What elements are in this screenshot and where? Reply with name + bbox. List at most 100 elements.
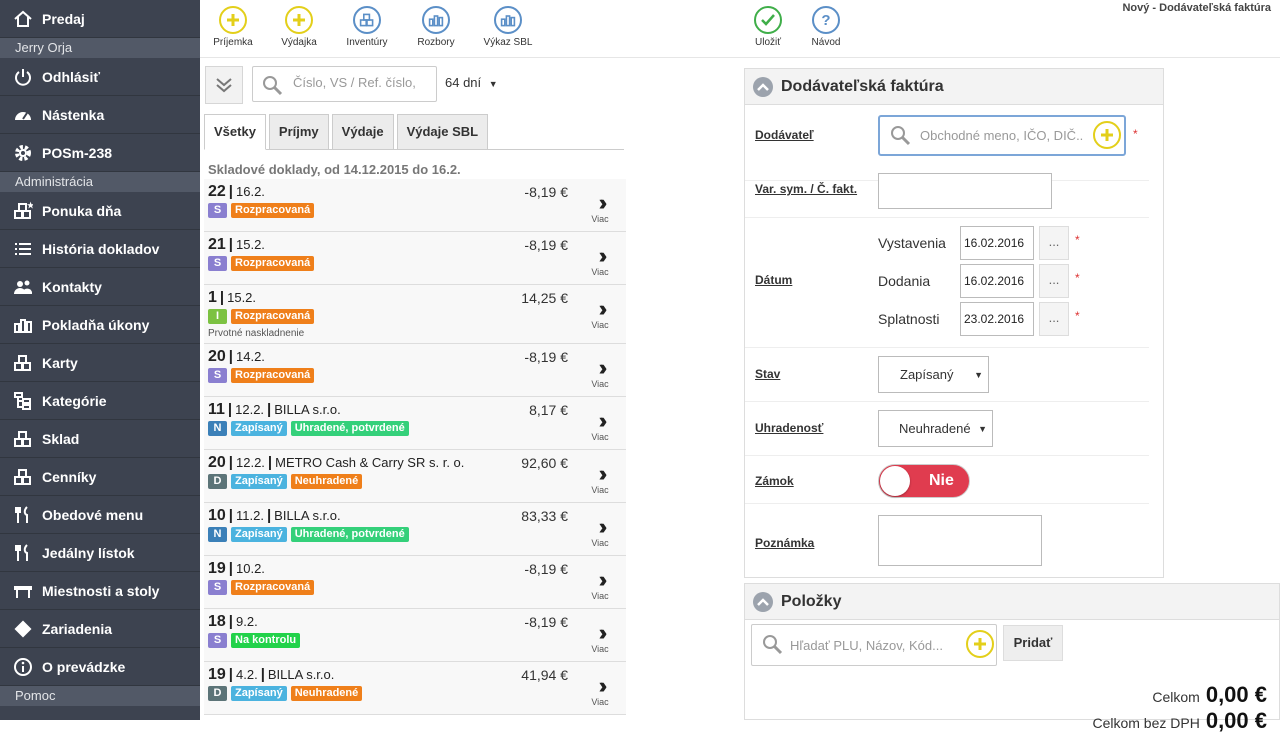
more-button[interactable]: ›› Viac bbox=[588, 516, 612, 549]
more-button[interactable]: ›› Viac bbox=[588, 192, 612, 225]
supplier-field[interactable] bbox=[878, 115, 1126, 156]
document-search[interactable] bbox=[252, 66, 437, 102]
issued-date-input[interactable]: 16.02.2016 bbox=[960, 226, 1034, 260]
document-row[interactable]: 11 | 12.2. | BILLA s.r.o. 8,17 € N Zapísaný Uhra… bbox=[204, 397, 626, 450]
nav-item-cash-operations[interactable]: Pokladňa úkony bbox=[0, 306, 200, 344]
tab-expenses[interactable]: Výdaje bbox=[331, 114, 394, 150]
issued-date-picker-button[interactable]: ... bbox=[1039, 226, 1069, 260]
nav-item-lunch-menu[interactable]: Obedové menu bbox=[0, 496, 200, 534]
document-row[interactable]: 18 | 9.2. -8,19 € S Na kontrolu ›› Viac bbox=[204, 609, 626, 662]
document-type-badge: S bbox=[208, 368, 227, 383]
sbl-report-button[interactable]: Výkaz SBL bbox=[475, 6, 541, 48]
analysis-button[interactable]: Rozbory bbox=[403, 6, 469, 48]
due-date-picker-button[interactable]: ... bbox=[1039, 302, 1069, 336]
inventory-button[interactable]: Inventúry bbox=[334, 6, 400, 48]
nav-item-pricelists[interactable]: Cenníky bbox=[0, 458, 200, 496]
more-button[interactable]: ›› Viac bbox=[588, 675, 612, 708]
more-label: Viac bbox=[591, 432, 609, 442]
document-row[interactable]: 21 | 15.2. -8,19 € S Rozpracovaná ›› Viac bbox=[204, 232, 626, 285]
document-date: 14.2. bbox=[236, 349, 265, 364]
document-badges: S Rozpracovaná bbox=[208, 203, 315, 218]
document-date: 11.2. bbox=[236, 508, 264, 523]
more-button[interactable]: ›› Viac bbox=[588, 245, 612, 278]
varsym-label[interactable]: Var. sym. / Č. fakt. bbox=[755, 182, 857, 196]
lock-label[interactable]: Zámok bbox=[755, 474, 794, 488]
date-label[interactable]: Dátum bbox=[755, 273, 792, 287]
nav-item-categories[interactable]: Kategórie bbox=[0, 382, 200, 420]
document-row[interactable]: 19 | 4.2. | BILLA s.r.o. 41,94 € D Zapísaný Neuh… bbox=[204, 662, 626, 715]
status-label[interactable]: Stav bbox=[755, 367, 780, 381]
nav-item-contacts[interactable]: Kontakty bbox=[0, 268, 200, 306]
delivered-date-input[interactable]: 16.02.2016 bbox=[960, 264, 1034, 298]
payment-select[interactable]: Neuhradené ▼ bbox=[878, 410, 993, 447]
more-button[interactable]: ›› Viac bbox=[588, 622, 612, 655]
document-number: 19 bbox=[208, 666, 226, 683]
double-chevron-right-icon: ›› bbox=[598, 408, 607, 433]
nav-item-dashboard[interactable]: Nástenka bbox=[0, 96, 200, 134]
receipt-button[interactable]: Príjemka bbox=[200, 6, 266, 48]
document-row[interactable]: 1 | 15.2. 14,25 € I Rozpracovaná Prvotné naskl… bbox=[204, 285, 626, 344]
note-label[interactable]: Poznámka bbox=[755, 536, 814, 550]
nav-item-menu-card[interactable]: Jedálny lístok bbox=[0, 534, 200, 572]
document-row[interactable]: 19 | 10.2. -8,19 € S Rozpracovaná ›› Viac bbox=[204, 556, 626, 609]
tab-expenses-sbl[interactable]: Výdaje SBL bbox=[396, 114, 489, 150]
delivered-date-picker-button[interactable]: ... bbox=[1039, 264, 1069, 298]
tab-incomes[interactable]: Príjmy bbox=[268, 114, 329, 150]
payment-label[interactable]: Uhradenosť bbox=[755, 421, 823, 435]
document-number: 22 bbox=[208, 183, 226, 200]
document-date: 12.2. bbox=[235, 402, 265, 417]
document-row[interactable]: 10 | 11.2. | BILLA s.r.o. 83,33 € N Zapísaný Uhr… bbox=[204, 503, 626, 556]
nav-item-doc-history[interactable]: História dokladov bbox=[0, 230, 200, 268]
collapse-button[interactable] bbox=[205, 66, 243, 104]
list-heading: Skladové doklady, od 14.12.2015 do 16.2. bbox=[208, 162, 461, 177]
due-label: Splatnosti bbox=[878, 311, 940, 327]
save-button[interactable]: Uložiť bbox=[735, 6, 801, 48]
due-date-input[interactable]: 23.02.2016 bbox=[960, 302, 1034, 336]
status-select[interactable]: Zapísaný ▼ bbox=[878, 356, 989, 393]
status-badge: Rozpracovaná bbox=[231, 256, 315, 271]
supplier-input[interactable] bbox=[920, 128, 1090, 143]
more-label: Viac bbox=[591, 267, 609, 277]
supplier-label[interactable]: Dodávateľ bbox=[755, 128, 814, 142]
document-row[interactable]: 20 | 12.2. | METRO Cash & Carry SR s. r. o. 9… bbox=[204, 450, 626, 503]
items-header[interactable]: Položky bbox=[745, 584, 1279, 620]
invoice-form-header[interactable]: Dodávateľská faktúra bbox=[745, 69, 1163, 105]
days-filter-dropdown[interactable]: 64 dní ▼ bbox=[445, 75, 498, 90]
add-item-button[interactable]: Pridať bbox=[1003, 625, 1063, 661]
nav-item-devices[interactable]: Zariadenia bbox=[0, 610, 200, 648]
document-row[interactable]: 20 | 14.2. -8,19 € S Rozpracovaná ›› Viac bbox=[204, 344, 626, 397]
document-title: 10 | 11.2. | BILLA s.r.o. bbox=[208, 507, 341, 525]
add-item-circle-button[interactable] bbox=[966, 630, 994, 658]
separator: | bbox=[219, 289, 225, 306]
nav-item-logout[interactable]: Odhlásiť bbox=[0, 58, 200, 96]
add-supplier-button[interactable] bbox=[1093, 121, 1121, 149]
nav-item-predaj[interactable]: Predaj bbox=[0, 0, 200, 38]
nav-label: Predaj bbox=[42, 10, 85, 27]
help-button[interactable]: ? Návod bbox=[793, 6, 859, 48]
document-badges: N Zapísaný Uhradené, potvrdené bbox=[208, 527, 409, 542]
document-badges: N Zapísaný Uhradené, potvrdené bbox=[208, 421, 409, 436]
more-button[interactable]: ›› Viac bbox=[588, 357, 612, 390]
document-search-input[interactable] bbox=[293, 75, 429, 90]
nav-item-pos[interactable]: POSm-238 bbox=[0, 134, 200, 172]
nav-item-warehouse[interactable]: Sklad bbox=[0, 420, 200, 458]
nav-label: História dokladov bbox=[42, 240, 160, 257]
document-row[interactable]: 22 | 16.2. -8,19 € S Rozpracovaná ›› Viac bbox=[204, 179, 626, 232]
note-textarea[interactable] bbox=[878, 515, 1042, 566]
more-button[interactable]: ›› Viac bbox=[588, 569, 612, 602]
nav-item-rooms-tables[interactable]: Miestnosti a stoly bbox=[0, 572, 200, 610]
separator: | bbox=[228, 236, 233, 253]
items-search[interactable] bbox=[751, 624, 997, 666]
more-button[interactable]: ›› Viac bbox=[588, 408, 612, 443]
more-button[interactable]: ›› Viac bbox=[588, 463, 612, 496]
varsym-input[interactable] bbox=[878, 173, 1052, 209]
tab-all[interactable]: Všetky bbox=[204, 114, 266, 150]
more-button[interactable]: ›› Viac bbox=[588, 298, 612, 331]
nav-item-about[interactable]: O prevádzke bbox=[0, 648, 200, 686]
document-title: 20 | 14.2. bbox=[208, 348, 265, 366]
nav-item-cards[interactable]: Karty bbox=[0, 344, 200, 382]
issue-button[interactable]: Výdajka bbox=[266, 6, 332, 48]
nav-item-daily-offer[interactable]: ★ Ponuka dňa bbox=[0, 192, 200, 230]
lock-toggle[interactable]: Nie bbox=[878, 464, 970, 498]
items-search-input[interactable] bbox=[790, 638, 952, 653]
